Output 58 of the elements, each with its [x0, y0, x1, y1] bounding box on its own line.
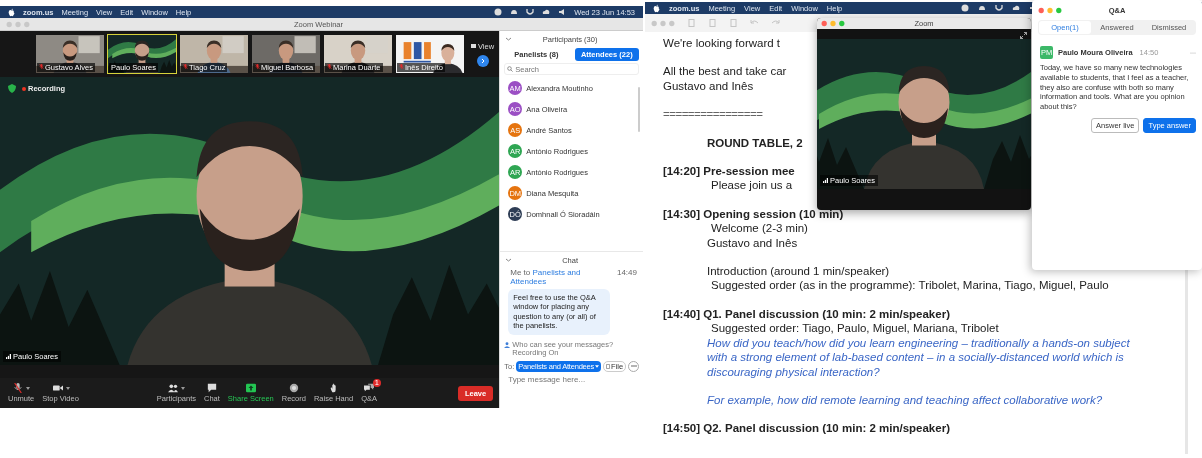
caret-icon[interactable]	[26, 386, 31, 390]
document-text: Introduction (around 1 min/speaker)	[706, 264, 890, 279]
window-controls-icon[interactable]	[1038, 7, 1062, 14]
speech-bubble-icon	[205, 383, 218, 393]
chevron-icon[interactable]	[506, 258, 512, 262]
document-text: Suggested order (as in the programme): Tribolet, Marina, Tiago, Miguel, Paulo	[710, 278, 1109, 293]
circle-icon[interactable]	[961, 4, 970, 12]
cloud-icon[interactable]	[510, 8, 519, 16]
caret-icon	[595, 364, 600, 368]
document-text: [14:50] Q2. Panel discussion (10 min: 2 min/speaker)	[663, 421, 950, 436]
caret-icon[interactable]	[181, 386, 186, 390]
chevron-icon[interactable]	[506, 37, 512, 41]
document-text: [14:30] Opening session (10 min)	[663, 206, 844, 222]
document-text: Please join us a	[710, 178, 793, 193]
separator-text: ================	[663, 107, 763, 122]
cloud-icon[interactable]	[1012, 4, 1021, 12]
document-text: [14:20] Pre-session mee	[663, 164, 795, 179]
search-icon	[507, 66, 514, 72]
signal-icon	[6, 354, 11, 359]
muted-microphone-icon	[39, 63, 44, 70]
person-icon	[504, 341, 511, 348]
muted-microphone-icon	[12, 383, 25, 393]
document-text: Welcome (2-3 min)	[710, 221, 808, 236]
video-camera-icon	[51, 383, 64, 393]
caret-icon[interactable]	[65, 386, 70, 390]
muted-microphone-icon	[399, 63, 404, 70]
document-text: ROUND TABLE, 2	[706, 135, 803, 151]
circle-icon[interactable]	[494, 8, 503, 16]
document-text: For example, how did remote learning and teaching affect collaborative work?	[706, 392, 1104, 408]
file-icon	[606, 363, 611, 369]
message-input[interactable]: Type message here...	[508, 374, 629, 384]
document-text: [14:40] Q1. Panel discussion (10 min: 2 min/speaker)	[663, 306, 950, 322]
document-text: We're looking forward t	[663, 36, 781, 51]
chevron-icon	[479, 57, 486, 64]
muted-microphone-icon	[255, 63, 260, 70]
cloud-icon[interactable]	[978, 4, 987, 12]
question-bubbles-icon	[363, 383, 376, 393]
document-text: Gustavo and Inês	[706, 235, 798, 251]
document-text: Gustavo and Inês	[663, 78, 754, 94]
document-text: How did you teach/how did you learn engineering – traditionally a hands-on subject with a strong element of lab-based content – in a socially-distanced world which is discouraging physical interaction?	[706, 335, 1131, 379]
expand-icon[interactable]	[1020, 32, 1027, 39]
grid-icon	[471, 44, 476, 48]
document-text: All the best and take car	[663, 64, 787, 79]
muted-microphone-icon	[327, 63, 332, 70]
speaker-icon[interactable]	[558, 8, 567, 16]
muted-microphone-icon	[183, 63, 188, 70]
cloud-icon[interactable]	[542, 8, 551, 16]
message-time: 14:49	[616, 268, 637, 279]
people-icon	[167, 383, 180, 393]
apple-icon[interactable]	[8, 7, 15, 17]
document-text: Suggested order: Tiago, Paulo, Miguel, Mariana, Tribolet	[710, 321, 999, 336]
apple-icon[interactable]	[653, 3, 660, 13]
share-screen-icon	[244, 383, 257, 393]
ellipsis-icon	[630, 365, 637, 368]
record-icon	[287, 383, 300, 393]
next-page-button[interactable]	[476, 54, 489, 67]
signal-icon	[823, 178, 828, 183]
message-sender: Me to Panelists and Attendees	[510, 268, 582, 286]
